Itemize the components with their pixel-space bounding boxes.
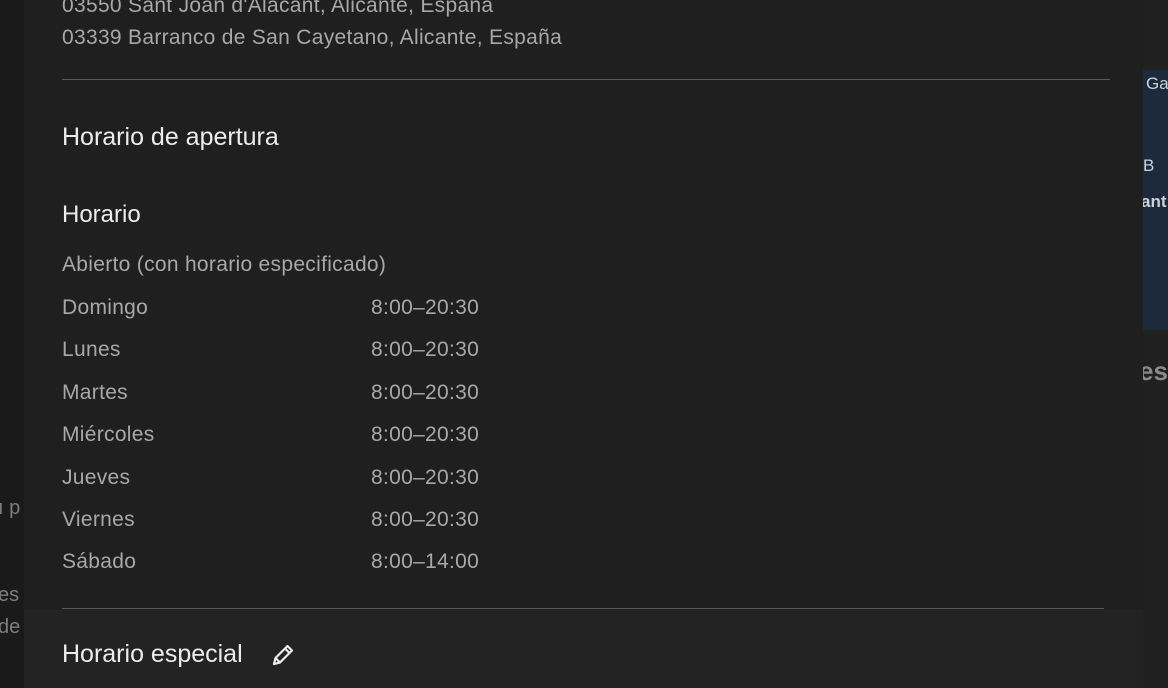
day-label: Viernes: [62, 507, 135, 531]
hours-row: Sábado 8:00–14:00: [62, 550, 662, 592]
day-label: Jueves: [62, 465, 131, 489]
hours-value: 8:00–20:30: [371, 338, 480, 362]
map-preview: Ga B ant: [1143, 70, 1168, 330]
pencil-icon[interactable]: [268, 640, 298, 670]
special-hours-title: Horario especial: [62, 640, 243, 668]
map-label: B: [1143, 156, 1155, 175]
day-label: Sábado: [62, 550, 137, 574]
background-text-fragment: de: [0, 616, 21, 638]
hours-row: Martes 8:00–20:30: [62, 381, 662, 423]
divider: [62, 608, 1104, 609]
hours-row: Jueves 8:00–20:30: [62, 466, 662, 508]
hours-value: 8:00–20:30: [371, 296, 480, 319]
divider: [62, 79, 1110, 80]
hours-row: Miércoles 8:00–20:30: [62, 423, 662, 465]
day-label: Miércoles: [62, 423, 155, 447]
service-area-address: 03339 Barranco de San Cayetano, Alicante…: [62, 26, 563, 49]
hours-row: Viernes 8:00–20:30: [62, 508, 662, 550]
opening-hours-title: Horario de apertura: [62, 123, 279, 151]
hours-value: 8:00–20:30: [371, 507, 480, 531]
hours-row: Domingo 8:00–20:30: [62, 296, 662, 338]
hours-value: 8:00–20:30: [371, 465, 480, 489]
schedule-title: Horario: [62, 201, 141, 228]
opening-status: Abierto (con horario especificado): [62, 253, 387, 276]
day-label: Lunes: [62, 338, 121, 362]
map-label: ant: [1143, 192, 1167, 211]
map-label: Ga: [1146, 74, 1168, 93]
business-details-panel: 03550 Sant Joan d'Alacant, Alicante, Esp…: [24, 0, 1143, 688]
hours-value: 8:00–20:30: [371, 380, 480, 404]
background-text-fragment: es: [0, 584, 20, 606]
background-text-fragment: ı p: [0, 497, 21, 519]
service-area-address: 03550 Sant Joan d'Alacant, Alicante, Esp…: [62, 0, 494, 17]
hours-value: 8:00–20:30: [371, 423, 480, 447]
hours-value: 8:00–14:00: [371, 550, 480, 574]
hours-table: Domingo 8:00–20:30 Lunes 8:00–20:30 Mart…: [62, 296, 662, 593]
background-text-fragment: esa: [1143, 356, 1168, 386]
background-page-left: ı p es de: [0, 0, 24, 688]
day-label: Domingo: [62, 296, 149, 319]
background-page-right: Ga B ant esa: [1143, 0, 1168, 688]
day-label: Martes: [62, 380, 128, 404]
hours-row: Lunes 8:00–20:30: [62, 338, 662, 380]
